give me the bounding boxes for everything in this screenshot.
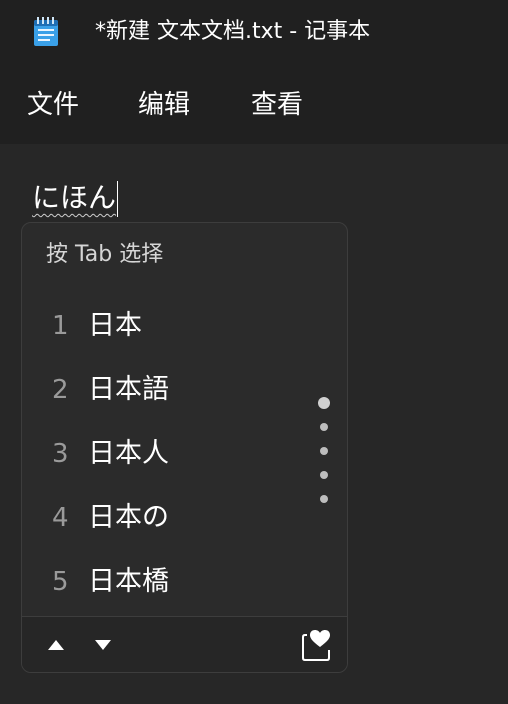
text-caret [117,181,119,217]
candidate-text: 日本人 [88,438,169,469]
triangle-down-icon [95,640,111,650]
candidate-text: 日本 [88,310,142,341]
candidate-item[interactable]: 2 日本語 [22,363,312,417]
window-title: *新建 文本文档.txt - 记事本 [95,19,371,44]
page-down-button[interactable] [91,633,115,657]
candidate-number: 2 [52,375,69,405]
menu-bar: 文件 编辑 查看 [0,66,508,144]
page-indicator[interactable] [317,395,331,505]
composition-string: にほん [32,181,117,214]
menu-edit[interactable]: 编辑 [138,86,190,124]
page-dot [320,471,328,479]
notepad-icon [33,17,59,47]
candidate-text: 日本橋 [88,566,169,597]
favorites-button[interactable] [302,627,332,661]
candidate-number: 5 [52,567,69,597]
candidate-number: 3 [52,439,69,469]
triangle-up-icon [48,640,64,650]
page-dot [320,495,328,503]
menu-file[interactable]: 文件 [27,86,79,124]
page-dot [320,423,328,431]
page-up-button[interactable] [44,633,68,657]
candidate-text: 日本の [88,502,169,533]
heart-clipboard-icon [302,630,330,661]
ime-candidate-panel: 按 Tab 选择 1 日本 2 日本語 3 日本人 4 日本の 5 日本橋 [21,222,348,673]
editor-composition-text: にほん [32,178,119,218]
ime-footer [22,616,347,672]
candidate-item[interactable]: 5 日本橋 [22,555,312,609]
candidate-number: 4 [52,503,69,533]
candidate-item[interactable]: 1 日本 [22,299,312,353]
page-dot [320,447,328,455]
menu-view[interactable]: 查看 [251,86,303,124]
title-bar[interactable]: *新建 文本文档.txt - 记事本 [0,0,508,66]
candidate-item[interactable]: 3 日本人 [22,427,312,481]
candidate-item[interactable]: 4 日本の [22,491,312,545]
candidate-text: 日本語 [88,374,169,405]
ime-hint: 按 Tab 选择 [46,242,164,267]
candidate-number: 1 [52,311,69,341]
page-dot-active [318,397,330,409]
